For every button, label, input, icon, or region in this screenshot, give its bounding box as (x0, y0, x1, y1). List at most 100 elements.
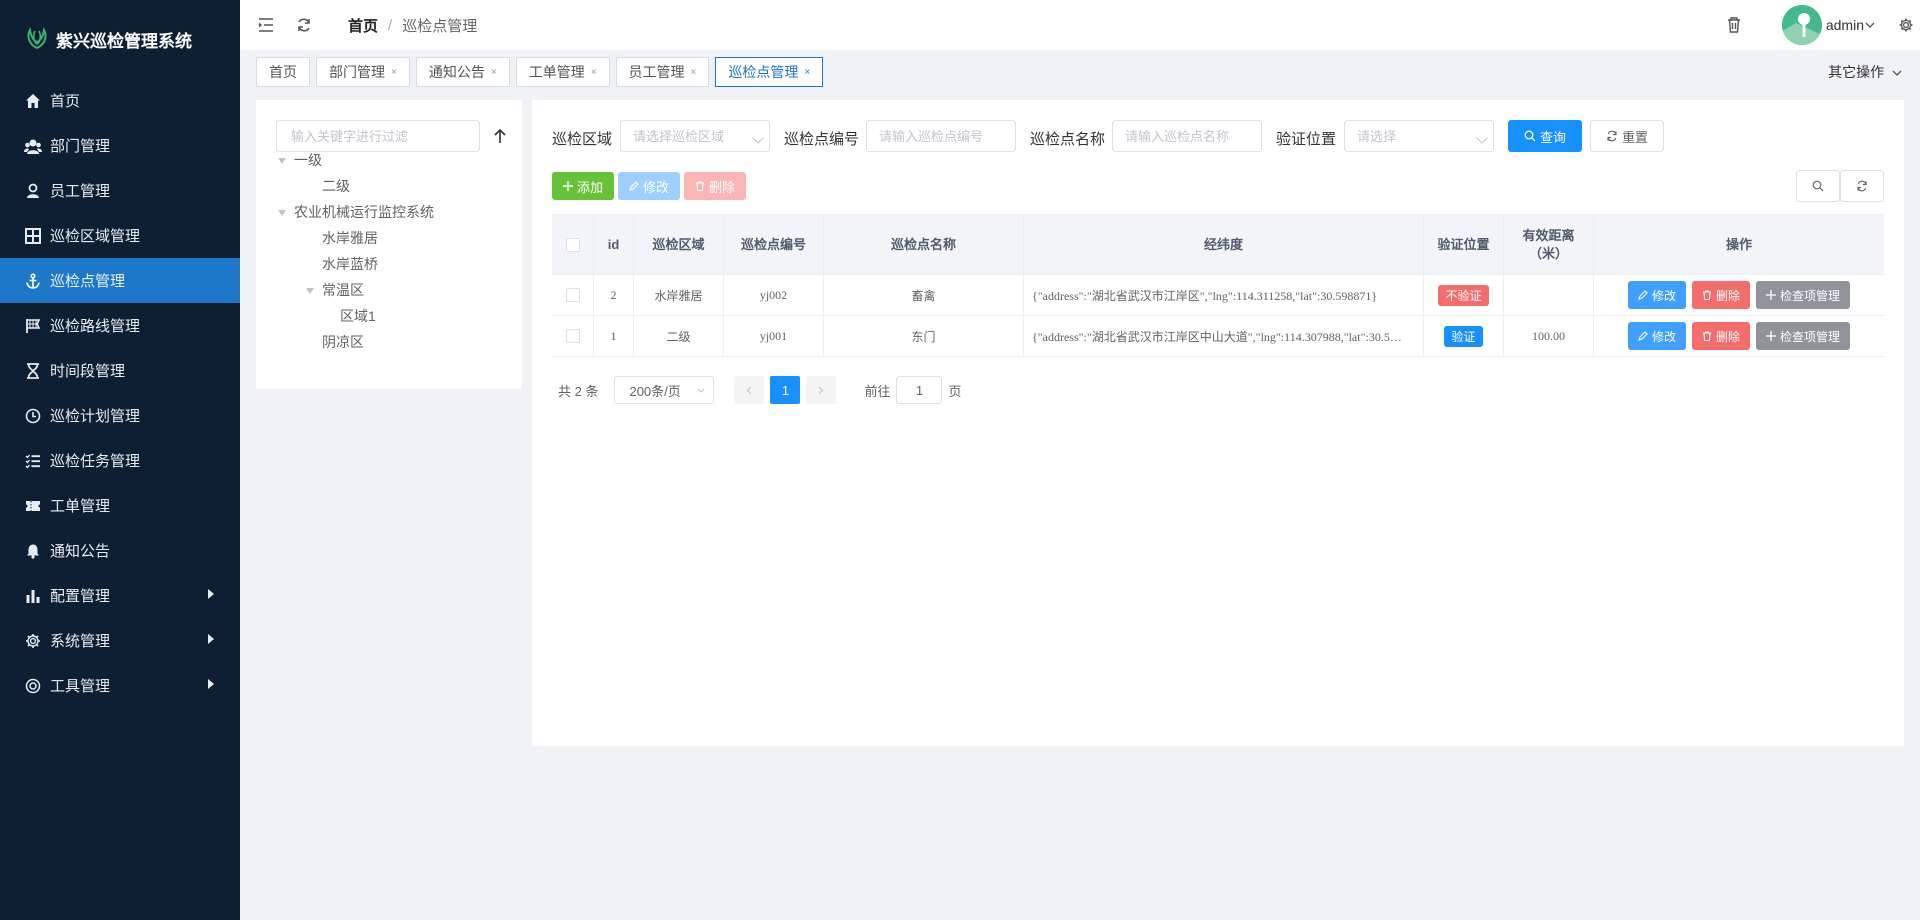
row-checkbox[interactable] (565, 288, 580, 302)
code-input[interactable] (866, 120, 1016, 152)
tab-3[interactable]: 工单管理 × (515, 57, 610, 87)
page-size-select[interactable]: 200条/页 (614, 376, 715, 404)
add-button[interactable]: 添加 (552, 172, 614, 200)
sidebar-item-11[interactable]: 配置管理 (0, 573, 240, 618)
cell-area-value: 二级 (666, 329, 691, 344)
prev-page-button[interactable] (734, 376, 765, 404)
code-label: 巡检点编号 (784, 131, 860, 148)
tab-2[interactable]: 通知公告 × (415, 57, 510, 87)
tree-node[interactable]: 常温区 (306, 280, 364, 300)
row-delete-button[interactable]: 删除 (1691, 322, 1750, 350)
verify-select[interactable] (1344, 120, 1494, 152)
tab-0[interactable]: 首页 (256, 57, 310, 87)
page-1-button[interactable]: 1 (770, 376, 801, 404)
sidebar-item-label: 系统管理 (50, 633, 111, 650)
select-cell (552, 316, 594, 356)
tree-node[interactable]: 二级 (322, 176, 350, 196)
sidebar-item-4[interactable]: 巡检点管理 (0, 258, 240, 303)
row-manage-items-button[interactable]: 检查项管理 (1756, 281, 1851, 309)
tab-5[interactable]: 巡检点管理 × (715, 57, 824, 87)
chevron-left-icon (747, 386, 752, 394)
cell-coords-value: {"address":"湖北省武汉市江岸区中山大道","lng":114.307… (1032, 329, 1402, 344)
area-select[interactable] (620, 120, 770, 152)
other-operations-dropdown[interactable]: 其它操作 (1828, 62, 1902, 82)
table-row[interactable]: 1 二级 yj001 东门 {"address":"湖北省武汉市江岸区中山大道","ln… (552, 316, 1884, 357)
refresh-icon[interactable] (294, 15, 314, 35)
sidebar-item-7[interactable]: 巡检计划管理 (0, 393, 240, 438)
sidebar-item-5[interactable]: 巡检路线管理 (0, 303, 240, 348)
tab-1[interactable]: 部门管理 × (316, 57, 410, 87)
tree-node-label: 水岸蓝桥 (322, 256, 378, 272)
tab-label: 通知公告 (428, 64, 485, 80)
logo-icon (27, 27, 47, 50)
sidebar-item-label: 工具管理 (50, 678, 111, 695)
tree-node[interactable]: 阴凉区 (322, 332, 364, 352)
refresh-table-button[interactable] (1840, 170, 1884, 202)
reset-button[interactable]: 重置 (1590, 120, 1664, 152)
tree-node[interactable]: 水岸雅居 (322, 228, 378, 248)
tags-bar: 首页 部门管理 × 通知公告 × 工单管理 × 员工管理 × 巡检点管理 × 其它操作 (240, 50, 1920, 94)
tree-node-label: 农业机械运行监控系统 (294, 204, 434, 220)
reset-button-label: 重置 (1621, 129, 1648, 145)
caret-down-icon[interactable] (306, 288, 314, 295)
header-distance-line2: （米） (1528, 245, 1568, 261)
tree-node[interactable]: 水岸蓝桥 (322, 254, 378, 274)
caret-down-icon[interactable] (278, 158, 286, 165)
username[interactable]: admin (1826, 17, 1864, 33)
row-edit-button-label: 修改 (1651, 288, 1676, 303)
hamburger-icon[interactable] (256, 15, 276, 35)
close-icon[interactable]: × (491, 67, 497, 78)
row-delete-button[interactable]: 删除 (1691, 281, 1750, 309)
sidebar-item-10[interactable]: 通知公告 (0, 528, 240, 573)
sidebar-item-12[interactable]: 系统管理 (0, 618, 240, 663)
header-verify: 验证位置 (1424, 215, 1504, 274)
list-icon (24, 452, 42, 470)
content-panel: 巡检区域 巡检点编号 巡检点名称 验证位置 查询 重置 添加 修改 删除 (532, 100, 1904, 746)
edit-button[interactable]: 修改 (618, 172, 680, 200)
arrow-up-icon[interactable] (490, 124, 510, 148)
goto-page-input[interactable] (896, 376, 943, 404)
close-icon[interactable]: × (691, 67, 697, 78)
sidebar-item-0[interactable]: 首页 (0, 78, 240, 123)
tree-node[interactable]: 区域1 (340, 306, 376, 326)
header-distance: 有效距离 （米） (1504, 215, 1594, 274)
tree-node[interactable]: 一级 (278, 150, 322, 170)
verify-label: 验证位置 (1276, 131, 1337, 148)
row-checkbox[interactable] (565, 329, 580, 343)
row-edit-button[interactable]: 修改 (1627, 281, 1686, 309)
gear-icon[interactable] (1896, 15, 1916, 35)
sidebar-item-label: 配置管理 (50, 588, 111, 605)
caret-down-icon[interactable] (278, 210, 286, 217)
status-badge: 验证 (1444, 325, 1483, 347)
sidebar-item-9[interactable]: 工单管理 (0, 483, 240, 528)
row-edit-button[interactable]: 修改 (1627, 322, 1686, 350)
trash-icon[interactable] (1724, 15, 1744, 35)
sidebar-item-13[interactable]: 工具管理 (0, 663, 240, 708)
close-icon[interactable]: × (591, 67, 597, 78)
app-logo[interactable]: 紫兴巡检管理系统 (0, 0, 240, 78)
avatar[interactable] (1781, 5, 1822, 45)
toggle-search-button[interactable] (1796, 170, 1840, 202)
chevron-down-icon[interactable] (1864, 15, 1876, 35)
sidebar-item-3[interactable]: 巡检区域管理 (0, 213, 240, 258)
ticket-icon (24, 497, 42, 515)
sidebar-item-8[interactable]: 巡检任务管理 (0, 438, 240, 483)
close-icon[interactable]: × (391, 67, 397, 78)
table-row[interactable]: 2 水岸雅居 yj002 畜禽 {"address":"湖北省武汉市江岸区","lng"… (552, 275, 1884, 316)
cell-area-value: 水岸雅居 (654, 288, 703, 303)
close-icon[interactable]: × (804, 67, 810, 78)
tree-node[interactable]: 农业机械运行监控系统 (278, 202, 434, 222)
row-manage-items-button[interactable]: 检查项管理 (1756, 322, 1851, 350)
select-all-checkbox[interactable] (565, 237, 580, 252)
query-button[interactable]: 查询 (1508, 120, 1582, 152)
sidebar-item-2[interactable]: 员工管理 (0, 168, 240, 213)
delete-button[interactable]: 删除 (684, 172, 746, 200)
sidebar-item-1[interactable]: 部门管理 (0, 123, 240, 168)
next-page-button[interactable] (806, 376, 837, 404)
breadcrumb-home[interactable]: 首页 (348, 15, 378, 36)
sidebar-item-6[interactable]: 时间段管理 (0, 348, 240, 393)
row-manage-items-button-label: 检查项管理 (1780, 329, 1841, 344)
tab-4[interactable]: 员工管理 × (615, 57, 710, 87)
tree-filter-input[interactable] (276, 120, 480, 152)
name-input[interactable] (1112, 120, 1262, 152)
